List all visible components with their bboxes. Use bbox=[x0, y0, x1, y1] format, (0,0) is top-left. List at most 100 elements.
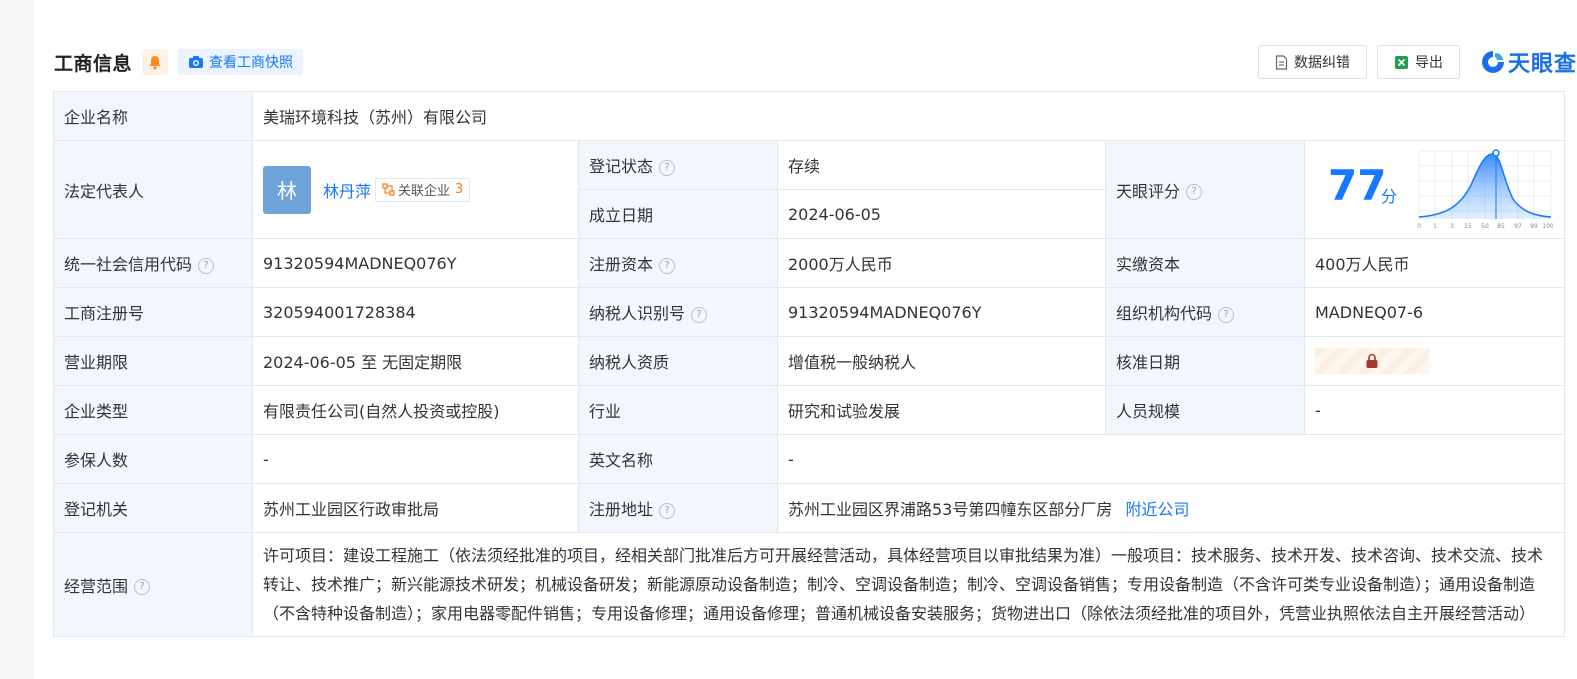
score-tick: 100 bbox=[1542, 223, 1553, 230]
staff-value: - bbox=[1303, 385, 1566, 435]
taxpayer-id-label-cell: 纳税人识别号? bbox=[578, 287, 778, 337]
score-tick: 3 bbox=[1450, 223, 1454, 230]
address-value: 苏州工业园区界浦路53号第四幢东区部分厂房 bbox=[788, 500, 1113, 519]
type-label: 企业类型 bbox=[53, 385, 253, 435]
question-icon[interactable]: ? bbox=[198, 257, 215, 274]
reg-status-value: 存续 bbox=[777, 140, 1106, 190]
view-snapshot-label: 查看工商快照 bbox=[209, 55, 294, 71]
doc-icon bbox=[1275, 54, 1288, 70]
question-icon[interactable]: ? bbox=[134, 579, 151, 595]
view-snapshot-button[interactable]: 查看工商快照 bbox=[178, 49, 304, 75]
brand-logo[interactable]: 天眼查 bbox=[1480, 46, 1577, 78]
nearby-companies-link[interactable]: 附近公司 bbox=[1125, 500, 1189, 519]
tax-quality-value: 增值税一般纳税人 bbox=[777, 336, 1106, 386]
section-title: 工商信息 bbox=[54, 52, 133, 75]
camera-icon bbox=[189, 56, 204, 68]
industry-label: 行业 bbox=[578, 385, 778, 435]
table-row: 参保人数 - 英文名称 - bbox=[53, 434, 1566, 484]
question-icon[interactable]: ? bbox=[659, 257, 676, 274]
address-label: 注册地址 bbox=[589, 500, 654, 519]
type-value: 有限责任公司(自然人投资或控股) bbox=[252, 385, 579, 435]
tax-quality-label: 纳税人资质 bbox=[578, 336, 778, 386]
company-name-value: 美瑞环境科技（苏州）有限公司 bbox=[251, 91, 1566, 141]
credit-code-label-cell: 统一社会信用代码? bbox=[53, 238, 253, 288]
score-tick: 99 bbox=[1530, 223, 1538, 230]
taxpayer-id-value: 91320594MADNEQ076Y bbox=[777, 287, 1106, 337]
export-label: 导出 bbox=[1414, 55, 1443, 71]
biz-reg-no-label: 工商注册号 bbox=[53, 287, 253, 337]
table-row: 工商注册号 320594001728384 纳税人识别号? 91320594MA… bbox=[53, 287, 1566, 337]
scope-label: 经营范围 bbox=[64, 576, 129, 596]
en-name-label: 英文名称 bbox=[578, 434, 778, 484]
address-label-cell: 注册地址? bbox=[578, 483, 778, 533]
question-icon[interactable]: ? bbox=[1218, 306, 1235, 323]
table-row: 经营范围? 许可项目：建设工程施工（依法须经批准的项目，经相关部门批准后方可开展… bbox=[53, 532, 1566, 637]
legal-rep-cell: 林 林丹萍 关联企业 3 bbox=[252, 140, 579, 239]
address-cell: 苏州工业园区界浦路53号第四幢东区部分厂房 附近公司 bbox=[776, 483, 1566, 533]
org-code-label: 组织机构代码 bbox=[1116, 304, 1213, 323]
score-label: 天眼评分 bbox=[1116, 181, 1181, 201]
question-icon[interactable]: ? bbox=[1186, 184, 1203, 200]
data-correction-button[interactable]: 数据纠错 bbox=[1257, 45, 1367, 79]
taxpayer-id-label: 纳税人识别号 bbox=[589, 304, 686, 323]
insured-value: - bbox=[252, 434, 579, 484]
related-companies-label: 关联企业 bbox=[398, 184, 451, 199]
data-correction-label: 数据纠错 bbox=[1293, 55, 1350, 71]
paid-capital-value: 400万人民币 bbox=[1303, 238, 1566, 288]
industry-value: 研究和试验发展 bbox=[777, 385, 1106, 435]
score-tick: 15 bbox=[1464, 223, 1472, 230]
legal-rep-label: 法定代表人 bbox=[53, 140, 253, 239]
lock-icon bbox=[1366, 353, 1378, 368]
export-button[interactable]: 导出 bbox=[1376, 45, 1460, 79]
vip-locked-field[interactable] bbox=[1315, 348, 1429, 374]
tianyancha-logo-icon bbox=[1481, 51, 1504, 73]
approve-date-cell bbox=[1303, 336, 1566, 386]
question-icon[interactable]: ? bbox=[659, 502, 676, 519]
table-row: 企业名称 美瑞环境科技（苏州）有限公司 bbox=[53, 91, 1566, 141]
en-name-value: - bbox=[776, 434, 1566, 484]
score-tick: 85 bbox=[1497, 223, 1505, 230]
biz-reg-no-value: 320594001728384 bbox=[252, 287, 579, 337]
avatar[interactable]: 林 bbox=[263, 165, 311, 214]
excel-icon bbox=[1394, 55, 1408, 69]
table-row: 登记机关 苏州工业园区行政审批局 注册地址? 苏州工业园区界浦路53号第四幢东区… bbox=[53, 483, 1566, 533]
scope-value: 许可项目：建设工程施工（依法须经批准的项目，经相关部门批准后方可开展经营活动，具… bbox=[251, 532, 1566, 637]
company-name-label: 企业名称 bbox=[53, 91, 253, 141]
table-row: 营业期限 2024-06-05 至 无固定期限 纳税人资质 增值税一般纳税人 核… bbox=[53, 336, 1566, 386]
found-date-label: 成立日期 bbox=[578, 189, 778, 239]
paid-capital-label: 实缴资本 bbox=[1105, 238, 1305, 288]
table-row: 企业类型 有限责任公司(自然人投资或控股) 行业 研究和试验发展 人员规模 - bbox=[53, 385, 1566, 435]
insured-label: 参保人数 bbox=[53, 434, 253, 484]
score-distribution-chart: 0 1 3 15 50 85 97 99 100 bbox=[1417, 149, 1553, 230]
reg-capital-label: 注册资本 bbox=[589, 255, 654, 274]
question-icon[interactable]: ? bbox=[691, 306, 708, 323]
approve-date-label: 核准日期 bbox=[1105, 336, 1305, 386]
business-info-panel: 工商信息 查看工商快照 数据纠错 导出 天眼查 企业名称 美瑞环境科技（苏州）有… bbox=[34, 0, 1577, 679]
score-tick: 0 bbox=[1417, 223, 1421, 230]
reg-capital-label-cell: 注册资本? bbox=[578, 238, 778, 288]
reg-capital-value: 2000万人民币 bbox=[777, 238, 1106, 288]
reg-status-label-cell: 登记状态? bbox=[578, 140, 778, 190]
score-unit: 分 bbox=[1381, 187, 1398, 206]
header-actions: 数据纠错 导出 天眼查 bbox=[1248, 45, 1577, 79]
score-cell[interactable]: 77 分 0 1 3 15 50 85 97 99 100 bbox=[1303, 140, 1566, 239]
question-icon[interactable]: ? bbox=[659, 159, 676, 176]
legal-rep-name-link[interactable]: 林丹萍 bbox=[323, 178, 371, 202]
brand-text: 天眼查 bbox=[1507, 52, 1577, 77]
score-value: 77 bbox=[1328, 161, 1387, 210]
credit-code-value: 91320594MADNEQ076Y bbox=[252, 238, 579, 288]
term-label: 营业期限 bbox=[53, 336, 253, 386]
related-icon bbox=[382, 183, 395, 196]
related-companies-badge[interactable]: 关联企业 3 bbox=[375, 177, 471, 202]
section-header: 工商信息 查看工商快照 数据纠错 导出 天眼查 bbox=[54, 44, 1577, 80]
credit-code-label: 统一社会信用代码 bbox=[64, 255, 193, 274]
score-tick: 97 bbox=[1514, 223, 1522, 230]
score-tick: 1 bbox=[1433, 223, 1437, 230]
score-label-cell: 天眼评分? bbox=[1105, 140, 1305, 239]
business-info-table: 企业名称 美瑞环境科技（苏州）有限公司 法定代表人 林 林丹萍 关联企业 3 登… bbox=[53, 91, 1566, 637]
authority-value: 苏州工业园区行政审批局 bbox=[252, 483, 579, 533]
term-value: 2024-06-05 至 无固定期限 bbox=[252, 336, 579, 386]
related-companies-count: 3 bbox=[455, 182, 464, 197]
bell-icon[interactable] bbox=[142, 49, 169, 75]
table-row: 法定代表人 林 林丹萍 关联企业 3 登记状态 ? 存续 天眼评分 ? 77 分… bbox=[53, 140, 1566, 239]
